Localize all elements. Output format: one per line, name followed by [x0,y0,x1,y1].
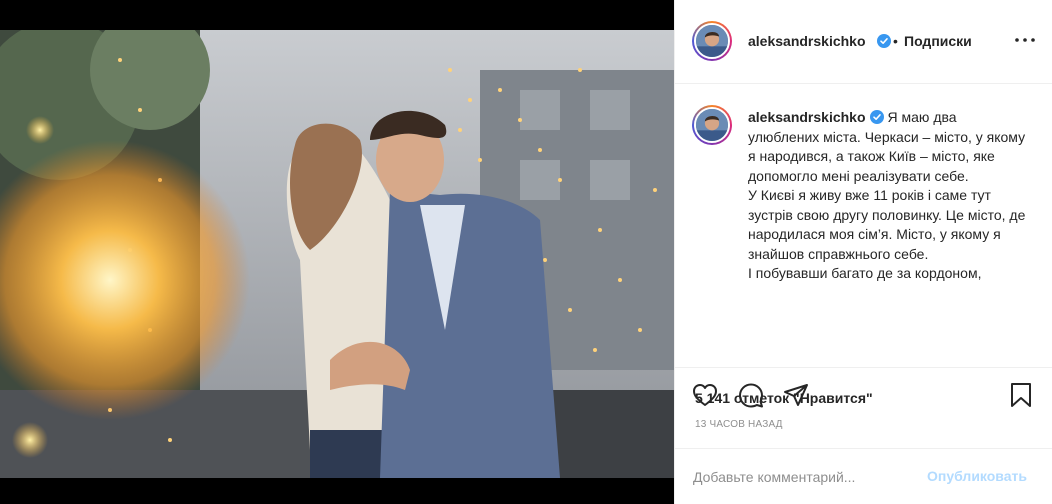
caption-section: aleksandrskichko Я маю два улюблених міст… [675,85,1052,367]
caption-text: Я маю два улюблених міста. Черкаси – міс… [748,109,1026,281]
avatar-portrait-icon [696,109,728,141]
avatar-portrait-icon [696,25,728,57]
couple-photo-illustration [0,30,674,478]
comment-bar: Опубликовать [675,448,1052,504]
post-header: aleksandrskichko • Подписки [675,0,1052,84]
avatar-image [694,107,730,143]
bottom-backdrop [0,478,674,504]
follow-separator: • [893,33,898,49]
bookmark-icon[interactable] [1007,380,1037,410]
likes-count[interactable]: 5 141 отметок "Нравится" [695,390,873,406]
verified-badge-icon [869,110,884,124]
avatar-image [694,23,730,59]
caption-username[interactable]: aleksandrskichko [748,109,866,125]
post-photo[interactable] [0,30,674,478]
comment-input[interactable] [693,467,923,487]
top-backdrop [0,0,674,30]
post-caption: aleksandrskichko Я маю два улюблених міст… [748,108,1028,284]
post-timestamp[interactable]: 13 ЧАСОВ НАЗАД [695,419,783,430]
author-avatar[interactable] [692,21,732,61]
publish-comment-button[interactable]: Опубликовать [927,468,1027,484]
post-sidebar: aleksandrskichko • Подписки aleksandrski… [674,0,1052,504]
verified-badge-icon [877,34,891,48]
caption-author-avatar[interactable] [692,105,732,145]
action-bar [675,367,1052,408]
following-button[interactable]: Подписки [904,33,972,49]
author-username[interactable]: aleksandrskichko [748,33,866,49]
more-options-icon[interactable] [1012,30,1038,50]
